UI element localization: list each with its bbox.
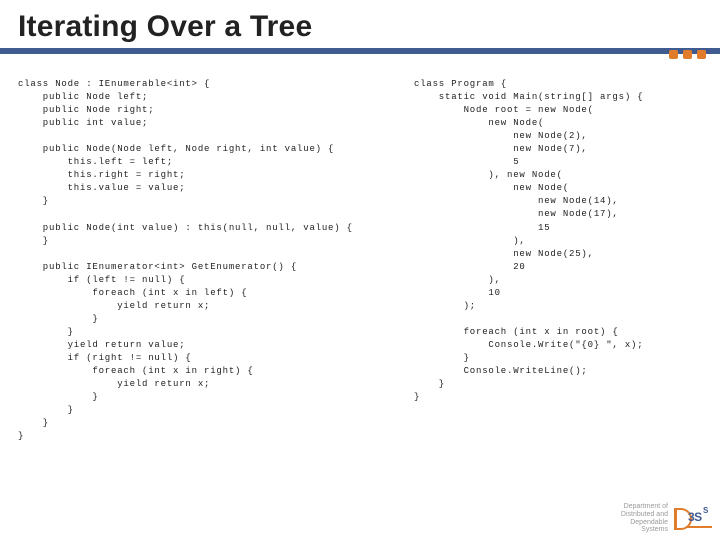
department-label: Department of Distributed and Dependable… <box>621 503 668 534</box>
page-title: Iterating Over a Tree <box>0 0 720 48</box>
code-left: class Node : IEnumerable<int> { public N… <box>18 78 378 443</box>
d3s-logo-icon: 3S S <box>674 508 710 530</box>
code-right: class Program { static void Main(string[… <box>414 78 702 443</box>
slide-content: class Node : IEnumerable<int> { public N… <box>0 60 720 443</box>
title-rule <box>0 48 720 60</box>
corner-dots-icon <box>669 50 706 59</box>
slide-footer: Department of Distributed and Dependable… <box>621 503 710 534</box>
